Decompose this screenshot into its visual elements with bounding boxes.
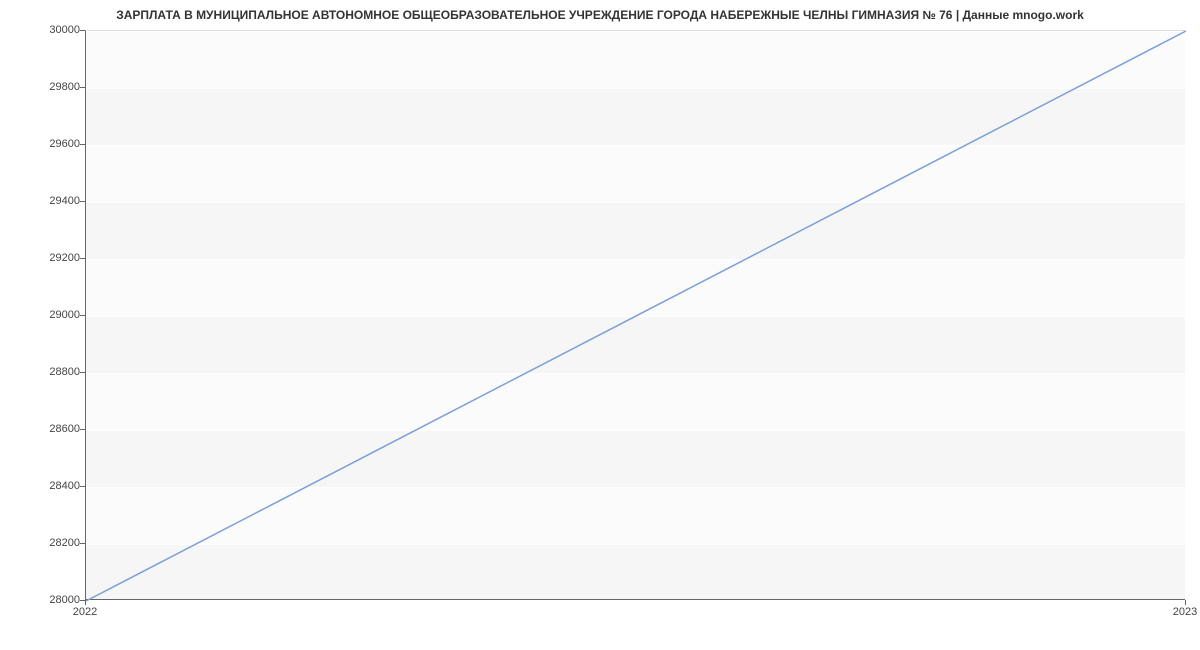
y-tick-label: 29600 [49, 138, 80, 150]
x-tick-label: 2023 [1173, 606, 1197, 618]
line-series [86, 31, 1185, 599]
y-tick-label: 29000 [49, 309, 80, 321]
y-tick-mark [80, 315, 85, 316]
y-tick-label: 28000 [49, 594, 80, 606]
y-tick-label: 30000 [49, 24, 80, 36]
y-tick-mark [80, 486, 85, 487]
y-tick-mark [80, 87, 85, 88]
y-tick-label: 29800 [49, 81, 80, 93]
x-tick-label: 2022 [73, 606, 97, 618]
y-tick-mark [80, 30, 85, 31]
y-tick-label: 29200 [49, 252, 80, 264]
x-tick-mark [1185, 600, 1186, 605]
y-tick-label: 28600 [49, 423, 80, 435]
y-tick-mark [80, 258, 85, 259]
y-tick-mark [80, 429, 85, 430]
y-tick-label: 28800 [49, 366, 80, 378]
y-tick-mark [80, 144, 85, 145]
plot-area [85, 30, 1185, 600]
y-tick-label: 28400 [49, 480, 80, 492]
y-tick-mark [80, 201, 85, 202]
y-tick-label: 28200 [49, 537, 80, 549]
y-tick-mark [80, 372, 85, 373]
chart-container: ЗАРПЛАТА В МУНИЦИПАЛЬНОЕ АВТОНОМНОЕ ОБЩЕ… [0, 0, 1200, 650]
chart-title: ЗАРПЛАТА В МУНИЦИПАЛЬНОЕ АВТОНОМНОЕ ОБЩЕ… [116, 8, 1084, 22]
y-tick-label: 29400 [49, 195, 80, 207]
x-tick-mark [85, 600, 86, 605]
y-tick-mark [80, 543, 85, 544]
